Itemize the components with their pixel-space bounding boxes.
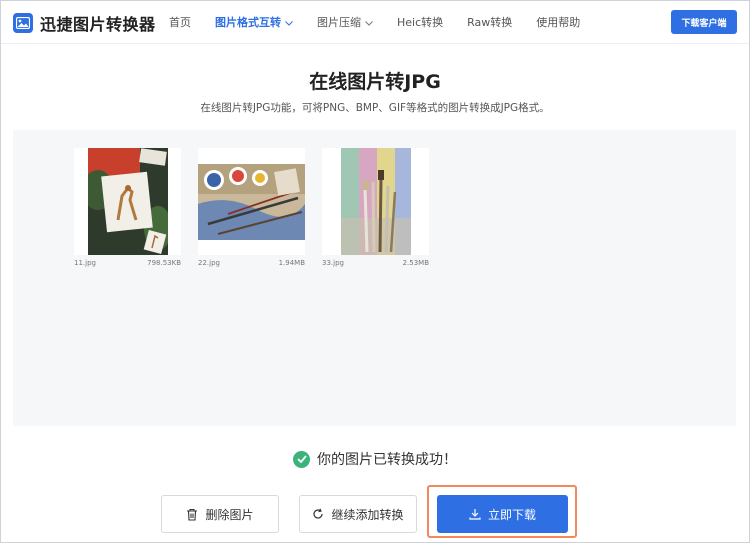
logo[interactable]: 迅捷图片转换器 — [13, 11, 156, 35]
nav-label: Heic转换 — [397, 16, 444, 29]
download-client-button[interactable]: 下载客户端 — [671, 10, 737, 34]
file-size: 1.94MB — [278, 259, 305, 267]
thumbnail-image — [322, 148, 429, 255]
nav-item-compress[interactable]: 图片压缩 — [317, 14, 373, 30]
file-card[interactable]: 11.jpg 798.53KB — [74, 148, 181, 267]
file-name: 33.jpg — [322, 259, 344, 267]
trash-icon — [186, 508, 198, 521]
app-name: 迅捷图片转换器 — [40, 15, 156, 34]
conversion-status: 你的图片已转换成功！ — [1, 449, 749, 469]
nav-label: Raw转换 — [467, 16, 513, 29]
button-label: 立即下载 — [487, 507, 536, 522]
download-icon — [469, 508, 481, 520]
file-card[interactable]: 22.jpg 1.94MB — [198, 148, 305, 267]
nav-item-raw[interactable]: Raw转换 — [467, 14, 512, 30]
check-circle-icon — [293, 450, 310, 468]
image-icon — [13, 13, 33, 33]
top-header: 迅捷图片转换器 首页 图片格式互转 图片压缩 Heic转换 Raw转换 使用帮助… — [1, 1, 749, 44]
status-message: 你的图片已转换成功！ — [317, 452, 457, 468]
button-label: 删除图片 — [205, 507, 254, 522]
delete-images-button[interactable]: 删除图片 — [161, 495, 279, 533]
nav-item-help[interactable]: 使用帮助 — [536, 14, 580, 30]
thumbnail-image — [198, 148, 305, 255]
file-name: 22.jpg — [198, 259, 220, 267]
refresh-icon — [312, 508, 324, 520]
app-window: 迅捷图片转换器 首页 图片格式互转 图片压缩 Heic转换 Raw转换 使用帮助… — [0, 0, 750, 543]
nav-label: 图片压缩 — [317, 16, 361, 29]
chevron-down-icon — [365, 16, 373, 29]
file-name: 11.jpg — [74, 259, 96, 267]
file-size: 2.53MB — [402, 259, 429, 267]
file-card[interactable]: 33.jpg 2.53MB — [322, 148, 429, 267]
nav-item-format-convert[interactable]: 图片格式互转 — [215, 14, 293, 30]
page-title: 在线图片转JPG — [309, 71, 441, 93]
page-subtitle: 在线图片转JPG功能，可将PNG、BMP、GIF等格式的图片转换成JPG格式。 — [200, 102, 550, 114]
file-size: 798.53KB — [147, 259, 181, 267]
nav-item-home[interactable]: 首页 — [169, 14, 191, 30]
main-nav: 首页 图片格式互转 图片压缩 Heic转换 Raw转换 使用帮助 — [169, 1, 604, 43]
continue-adding-button[interactable]: 继续添加转换 — [299, 495, 417, 533]
nav-item-heic[interactable]: Heic转换 — [397, 14, 443, 30]
image-workarea: 11.jpg 798.53KB 22.jpg 1.94MB 33.jpg 2.5… — [13, 130, 736, 426]
button-label: 继续添加转换 — [331, 507, 404, 522]
thumbnail-image — [74, 148, 181, 255]
nav-label: 使用帮助 — [536, 16, 581, 29]
chevron-down-icon — [285, 16, 293, 29]
nav-label: 首页 — [169, 16, 191, 29]
download-now-button[interactable]: 立即下载 — [437, 495, 568, 533]
nav-label: 图片格式互转 — [215, 16, 281, 29]
